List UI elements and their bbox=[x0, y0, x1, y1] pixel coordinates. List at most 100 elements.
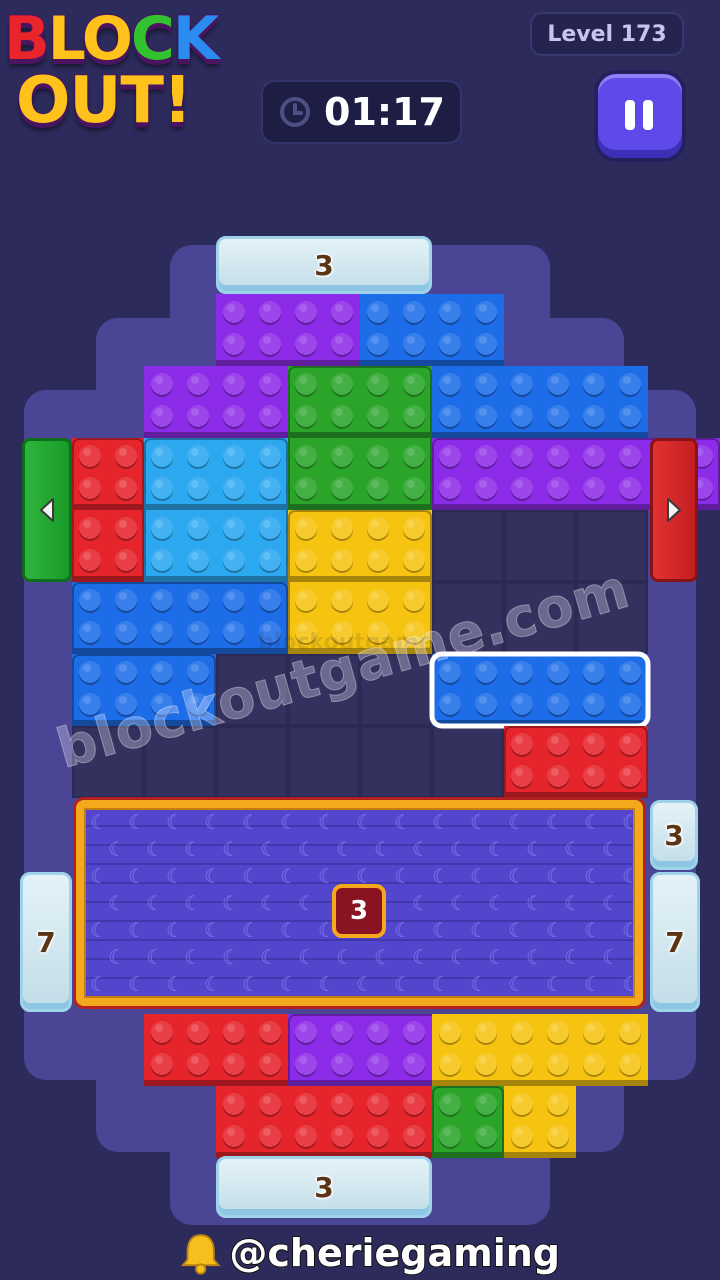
moon-decoration: ☾ bbox=[640, 945, 643, 969]
moon-decoration: ☾ bbox=[298, 837, 316, 861]
moon-decoration: ☾ bbox=[622, 810, 640, 834]
moon-decoration: ☾ bbox=[280, 972, 298, 996]
moon-decoration: ☾ bbox=[508, 864, 526, 888]
moon-decoration: ☾ bbox=[508, 918, 526, 942]
moon-decoration: ☾ bbox=[260, 945, 278, 969]
moon-decoration: ☾ bbox=[584, 972, 602, 996]
empty-cell bbox=[288, 726, 360, 798]
moon-decoration: ☾ bbox=[470, 918, 488, 942]
moon-decoration: ☾ bbox=[432, 864, 450, 888]
moon-decoration: ☾ bbox=[526, 891, 544, 915]
moon-decoration: ☾ bbox=[602, 837, 620, 861]
arrow-left-icon bbox=[40, 498, 54, 522]
moon-decoration: ☾ bbox=[108, 945, 126, 969]
moon-decoration: ☾ bbox=[336, 837, 354, 861]
gate-counter: 7 bbox=[36, 925, 56, 959]
moon-decoration: ☾ bbox=[298, 945, 316, 969]
arrow-right-icon bbox=[667, 498, 681, 522]
empty-cell bbox=[360, 726, 432, 798]
empty-cell bbox=[216, 726, 288, 798]
timer-value: 01:17 bbox=[324, 90, 445, 134]
exit-gate-right-lower: 7 bbox=[650, 872, 700, 1012]
moon-decoration: ☾ bbox=[526, 945, 544, 969]
moon-decoration: ☾ bbox=[526, 837, 544, 861]
exit-gate-left-lower: 7 bbox=[20, 872, 72, 1012]
moon-decoration: ☾ bbox=[184, 945, 202, 969]
moon-decoration: ☾ bbox=[318, 972, 336, 996]
moon-decoration: ☾ bbox=[546, 918, 564, 942]
block-piece-green[interactable] bbox=[288, 366, 432, 510]
moon-decoration: ☾ bbox=[508, 810, 526, 834]
moon-decoration: ☾ bbox=[508, 972, 526, 996]
moon-decoration: ☾ bbox=[298, 891, 316, 915]
moon-decoration: ☾ bbox=[318, 864, 336, 888]
moon-decoration: ☾ bbox=[128, 864, 146, 888]
moon-decoration: ☾ bbox=[242, 918, 260, 942]
moon-decoration: ☾ bbox=[146, 891, 164, 915]
moon-decoration: ☾ bbox=[184, 891, 202, 915]
exit-gate-right-upper: 3 bbox=[650, 800, 698, 870]
moon-decoration: ☾ bbox=[488, 945, 506, 969]
moon-decoration: ☾ bbox=[108, 837, 126, 861]
moon-decoration: ☾ bbox=[394, 972, 412, 996]
level-indicator: Level 173 bbox=[530, 12, 684, 56]
moon-decoration: ☾ bbox=[602, 945, 620, 969]
gate-counter: 3 bbox=[314, 248, 334, 282]
moon-decoration: ☾ bbox=[488, 891, 506, 915]
moon-decoration: ☾ bbox=[184, 837, 202, 861]
moon-decoration: ☾ bbox=[90, 972, 108, 996]
block-piece-red[interactable] bbox=[504, 726, 648, 798]
moon-decoration: ☾ bbox=[146, 837, 164, 861]
moon-decoration: ☾ bbox=[166, 972, 184, 996]
moon-decoration: ☾ bbox=[432, 810, 450, 834]
moon-decoration: ☾ bbox=[336, 945, 354, 969]
moon-decoration: ☾ bbox=[470, 972, 488, 996]
moon-decoration: ☾ bbox=[546, 810, 564, 834]
moon-decoration: ☾ bbox=[488, 837, 506, 861]
block-piece-yellow[interactable] bbox=[432, 1014, 648, 1158]
moon-decoration: ☾ bbox=[432, 918, 450, 942]
clock-icon bbox=[280, 97, 311, 127]
moon-decoration: ☾ bbox=[242, 972, 260, 996]
moon-decoration: ☾ bbox=[450, 837, 468, 861]
moon-decoration: ☾ bbox=[280, 918, 298, 942]
block-piece-cyan[interactable] bbox=[144, 438, 288, 582]
moon-decoration: ☾ bbox=[222, 891, 240, 915]
moon-decoration: ☾ bbox=[470, 864, 488, 888]
moon-decoration: ☾ bbox=[128, 972, 146, 996]
moon-decoration: ☾ bbox=[108, 891, 126, 915]
moon-decoration: ☾ bbox=[280, 864, 298, 888]
moon-decoration: ☾ bbox=[412, 945, 430, 969]
creator-handle: @cheriegaming bbox=[180, 1226, 561, 1280]
moon-decoration: ☾ bbox=[90, 864, 108, 888]
moon-decoration: ☾ bbox=[128, 810, 146, 834]
gate-counter: 7 bbox=[665, 925, 685, 959]
moon-decoration: ☾ bbox=[602, 891, 620, 915]
bell-icon bbox=[180, 1234, 221, 1275]
moon-decoration: ☾ bbox=[222, 837, 240, 861]
block-piece-blue[interactable] bbox=[72, 582, 288, 654]
moon-decoration: ☾ bbox=[204, 864, 222, 888]
moon-decoration: ☾ bbox=[222, 945, 240, 969]
moon-decoration: ☾ bbox=[564, 837, 582, 861]
exit-gate-bottom: 3 bbox=[216, 1156, 432, 1218]
moon-decoration: ☾ bbox=[90, 918, 108, 942]
moon-decoration: ☾ bbox=[584, 918, 602, 942]
moon-decoration: ☾ bbox=[622, 864, 640, 888]
pause-button[interactable] bbox=[594, 70, 686, 162]
empty-cell bbox=[432, 726, 504, 798]
game-logo: BLOCK OUT! bbox=[0, 0, 265, 150]
moon-decoration: ☾ bbox=[564, 945, 582, 969]
exit-door-left bbox=[22, 438, 72, 582]
moon-decoration: ☾ bbox=[450, 891, 468, 915]
moon-decoration: ☾ bbox=[394, 810, 412, 834]
moon-decoration: ☾ bbox=[546, 864, 564, 888]
moon-decoration: ☾ bbox=[374, 945, 392, 969]
moon-decoration: ☾ bbox=[242, 864, 260, 888]
block-piece-red[interactable] bbox=[72, 438, 144, 582]
moon-decoration: ☾ bbox=[546, 972, 564, 996]
moon-decoration: ☾ bbox=[374, 837, 392, 861]
moon-decoration: ☾ bbox=[394, 864, 412, 888]
moon-decoration: ☾ bbox=[564, 891, 582, 915]
moon-decoration: ☾ bbox=[356, 810, 374, 834]
